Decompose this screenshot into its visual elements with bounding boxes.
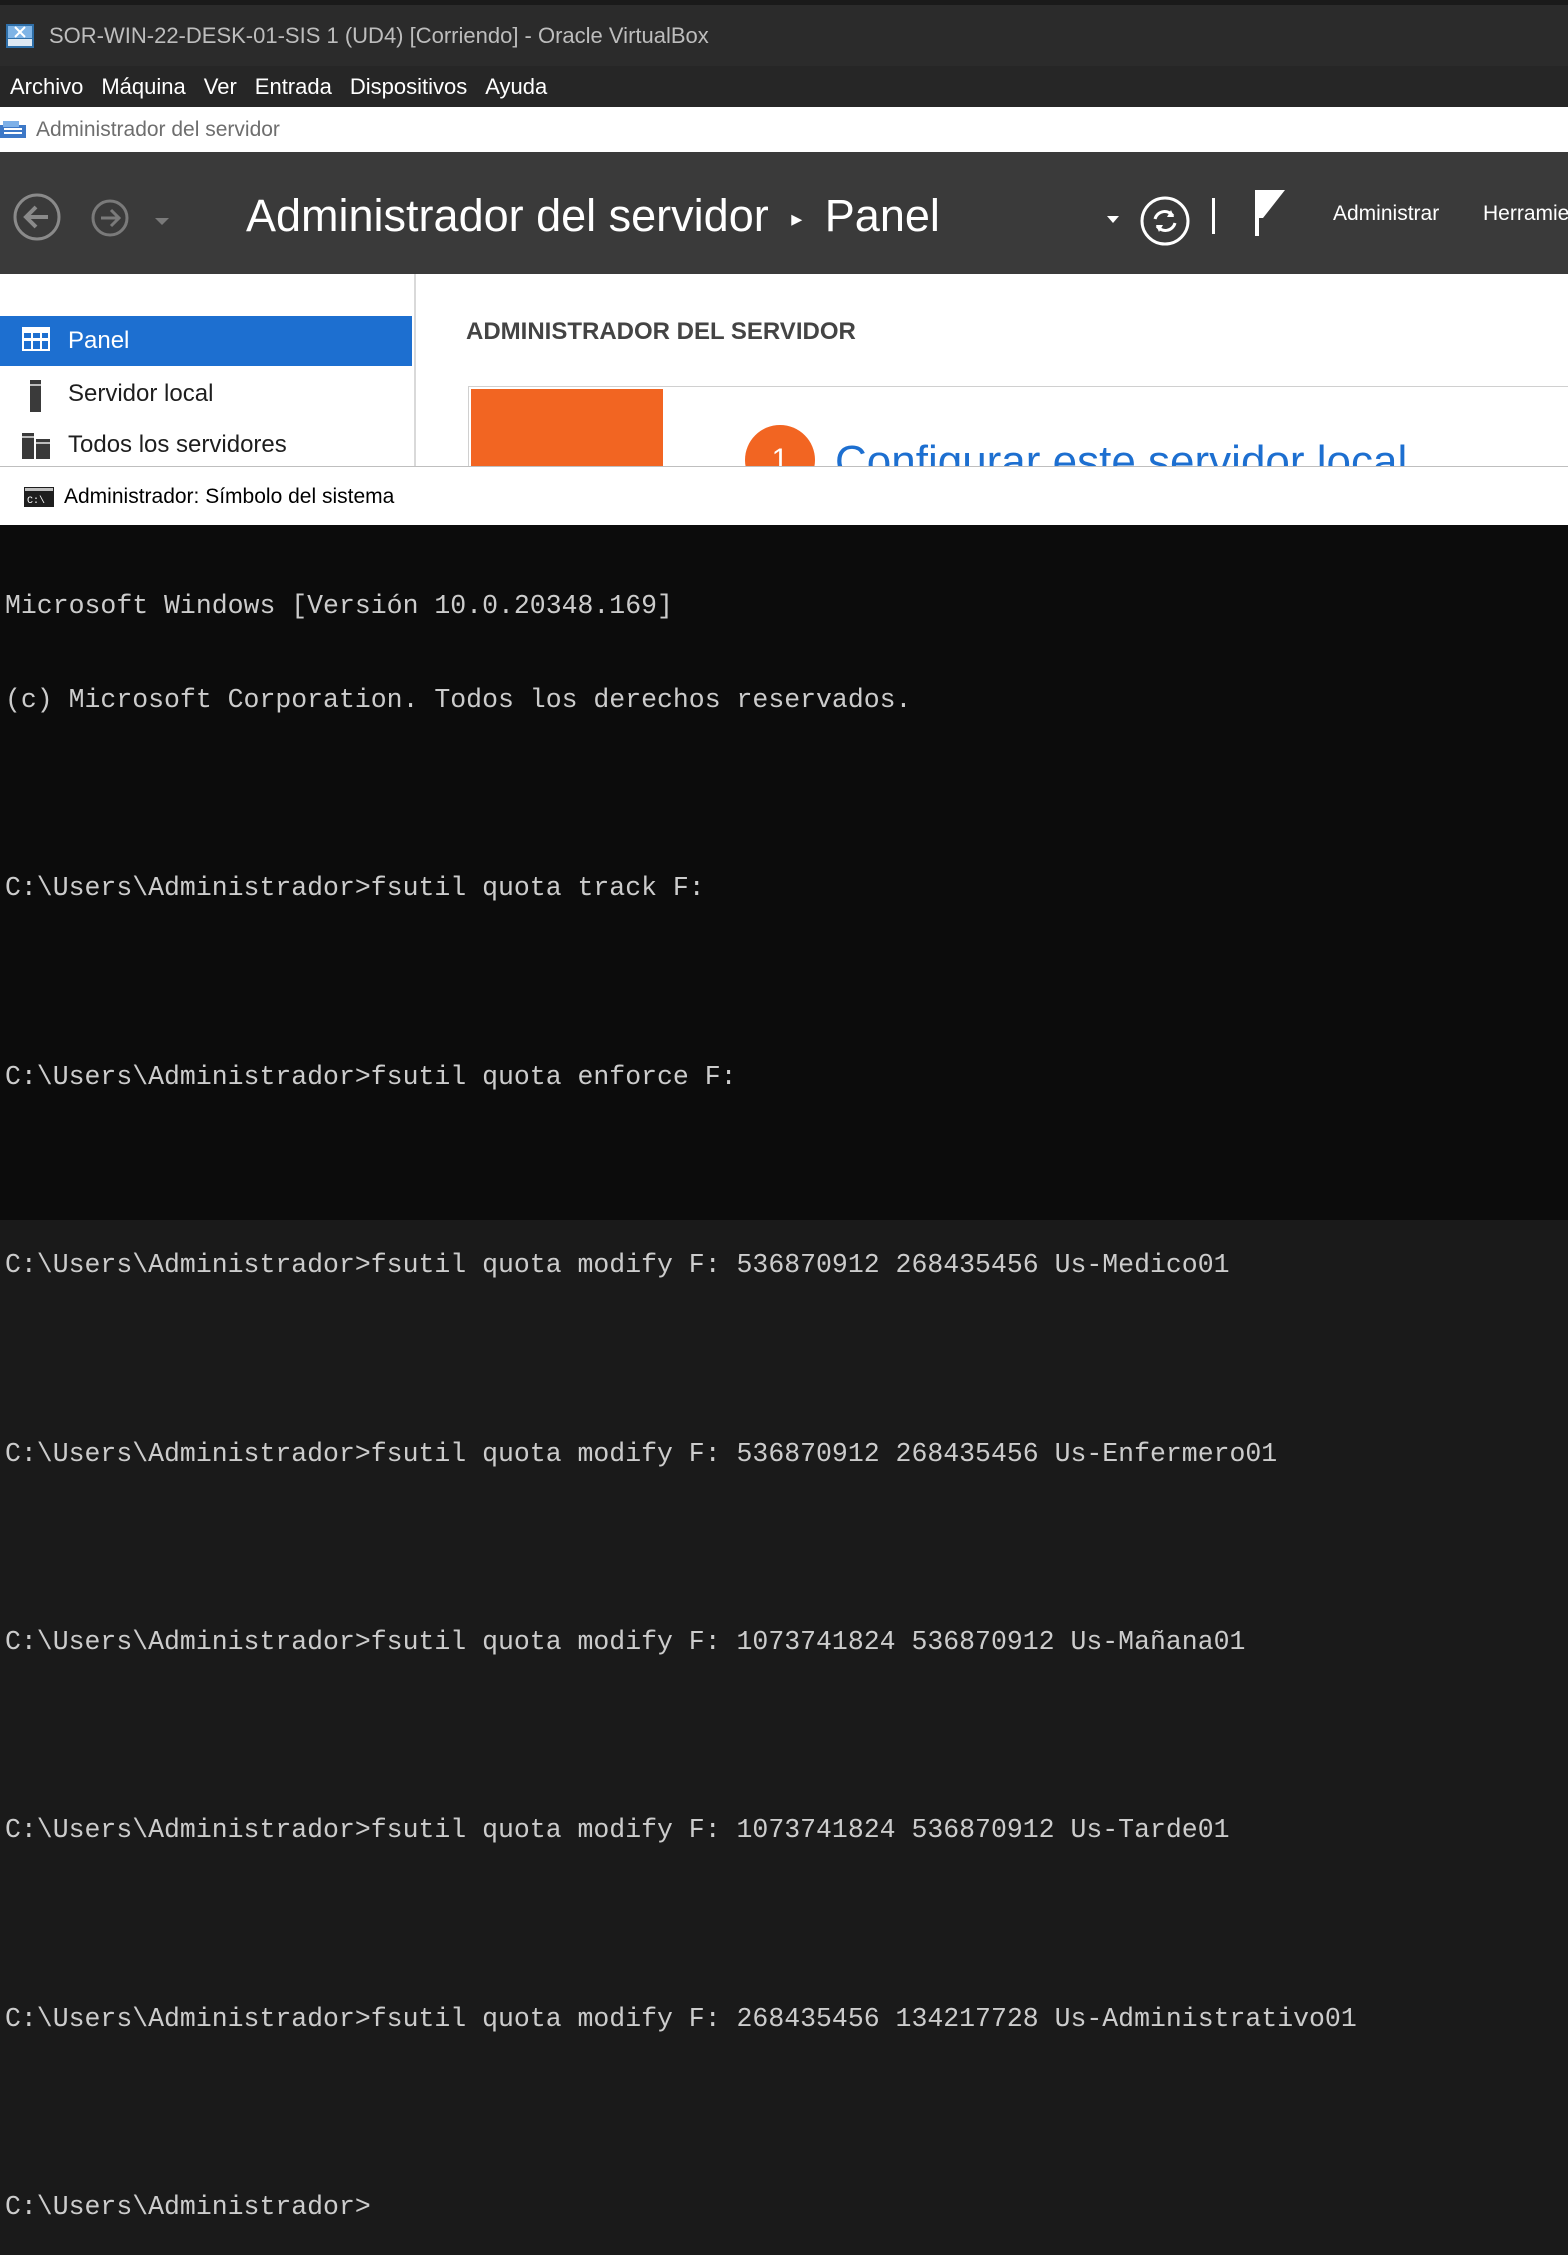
forward-button[interactable] bbox=[90, 198, 130, 238]
menu-dispositivos[interactable]: Dispositivos bbox=[350, 74, 467, 100]
dashboard-icon bbox=[22, 327, 50, 355]
console-line: C:\Users\Administrador>fsutil quota modi… bbox=[5, 1815, 1230, 1846]
virtualbox-menu-bar: Archivo Máquina Ver Entrada Dispositivos… bbox=[0, 66, 1568, 107]
console-line: C:\Users\Administrador>fsutil quota modi… bbox=[5, 1627, 1246, 1658]
sidebar-item-todos-servidores[interactable]: Todos los servidores bbox=[0, 420, 412, 470]
cmd-title-bar: C:\ Administrador: Símbolo del sistema bbox=[0, 466, 1568, 526]
sidebar-item-panel[interactable]: Panel bbox=[0, 316, 412, 366]
header-divider bbox=[1212, 198, 1215, 234]
menu-archivo[interactable]: Archivo bbox=[10, 74, 83, 100]
section-heading: ADMINISTRADOR DEL SERVIDOR bbox=[466, 318, 856, 345]
console-line: Microsoft Windows [Versión 10.0.20348.16… bbox=[5, 590, 673, 621]
breadcrumb-separator-icon: ▸ bbox=[791, 206, 803, 232]
cmd-app-icon: C:\ bbox=[24, 486, 54, 507]
notifications-flag-button[interactable] bbox=[1252, 188, 1292, 238]
sidebar-item-label: Servidor local bbox=[68, 380, 214, 407]
menu-ayuda[interactable]: Ayuda bbox=[485, 74, 547, 100]
breadcrumb-app[interactable]: Administrador del servidor bbox=[246, 190, 769, 241]
back-button[interactable] bbox=[12, 192, 62, 242]
cmd-window-title: Administrador: Símbolo del sistema bbox=[64, 484, 395, 508]
dashboard-content: ADMINISTRADOR DEL SERVIDOR 1 Configurar … bbox=[416, 274, 1568, 495]
cmd-console[interactable]: Microsoft Windows [Versión 10.0.20348.16… bbox=[0, 525, 1568, 2222]
menu-ver[interactable]: Ver bbox=[204, 74, 237, 100]
virtualbox-window-title: SOR-WIN-22-DESK-01-SIS 1 (UD4) [Corriend… bbox=[49, 22, 709, 48]
server-manager-body: Panel Servidor local Todos los servidore… bbox=[0, 274, 1568, 495]
breadcrumb: Administrador del servidor ▸ Panel bbox=[246, 190, 940, 242]
server-manager-app-icon bbox=[0, 119, 28, 141]
forward-arrow-icon bbox=[91, 199, 129, 237]
flag-icon bbox=[1255, 190, 1285, 236]
console-line: C:\Users\Administrador>fsutil quota modi… bbox=[5, 1250, 1230, 1281]
menu-herramientas[interactable]: Herramientas bbox=[1483, 202, 1568, 226]
console-line: (c) Microsoft Corporation. Todos los der… bbox=[5, 685, 912, 716]
breadcrumb-page: Panel bbox=[824, 190, 940, 241]
all-servers-icon bbox=[22, 431, 50, 459]
virtualbox-title-bar: SOR-WIN-22-DESK-01-SIS 1 (UD4) [Corriend… bbox=[0, 5, 1568, 66]
sidebar-item-servidor-local[interactable]: Servidor local bbox=[0, 369, 412, 419]
console-prompt-line[interactable]: C:\Users\Administrador> bbox=[5, 2192, 1568, 2223]
server-manager-header: Administrador del servidor ▸ Panel Admin… bbox=[0, 152, 1568, 274]
sidebar: Panel Servidor local Todos los servidore… bbox=[0, 274, 416, 466]
server-manager-title-bar: Administrador del servidor bbox=[0, 107, 1568, 152]
console-line: C:\Users\Administrador>fsutil quota trac… bbox=[5, 873, 705, 904]
sidebar-item-label: Todos los servidores bbox=[68, 431, 287, 458]
menu-entrada[interactable]: Entrada bbox=[255, 74, 332, 100]
history-dropdown-icon[interactable] bbox=[154, 214, 170, 232]
server-icon bbox=[22, 380, 50, 412]
console-line: C:\Users\Administrador>fsutil quota modi… bbox=[5, 1438, 1278, 1469]
menu-maquina[interactable]: Máquina bbox=[101, 74, 185, 100]
menu-administrar[interactable]: Administrar bbox=[1333, 202, 1439, 226]
refresh-button[interactable] bbox=[1138, 194, 1192, 248]
console-line: C:\Users\Administrador>fsutil quota modi… bbox=[5, 2003, 1357, 2034]
server-manager-window-title: Administrador del servidor bbox=[36, 117, 280, 141]
virtualbox-vm-icon bbox=[5, 23, 35, 49]
svg-text:C:\: C:\ bbox=[27, 495, 45, 507]
refresh-icon bbox=[1140, 196, 1190, 246]
back-arrow-icon bbox=[13, 193, 61, 241]
header-dropdown-icon[interactable] bbox=[1106, 212, 1120, 230]
console-line: C:\Users\Administrador>fsutil quota enfo… bbox=[5, 1061, 737, 1092]
sidebar-item-label: Panel bbox=[68, 327, 130, 354]
